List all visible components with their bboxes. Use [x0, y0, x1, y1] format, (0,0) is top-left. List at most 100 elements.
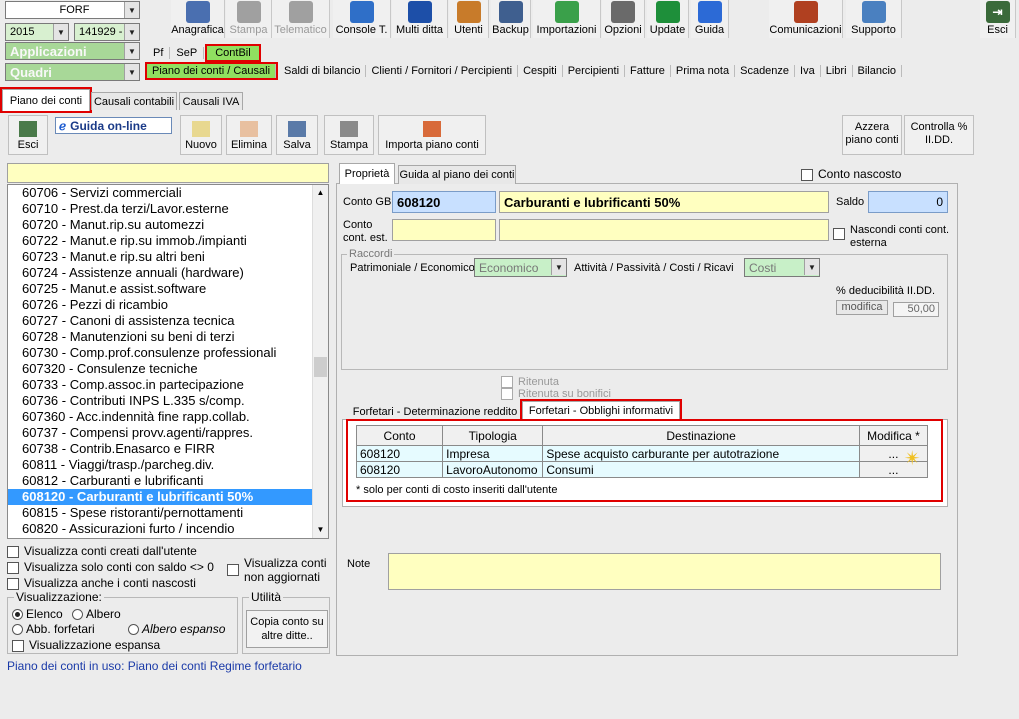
menu-item-9[interactable]: Libri [821, 65, 853, 77]
radio[interactable] [12, 609, 23, 621]
conto-nascosto-check[interactable]: Conto nascosto [801, 167, 901, 181]
account-list-item[interactable]: 60730 - Comp.prof.consulenze professiona… [8, 345, 328, 361]
account-list-item[interactable]: 60706 - Servizi commerciali [8, 185, 328, 201]
tab-guida-piano[interactable]: Guida al piano dei conti [398, 165, 516, 184]
esci-button[interactable]: Esci [8, 115, 48, 155]
account-list-item[interactable]: 60737 - Compensi provv.agenti/rappres. [8, 425, 328, 441]
account-list-item[interactable]: 60727 - Canoni di assistenza tecnica [8, 313, 328, 329]
tab-determinazione-reddito[interactable]: Forfetari - Determinazione reddito [349, 403, 521, 420]
conto-gb-field[interactable]: 608120 [392, 191, 496, 213]
toolbar-button-update[interactable]: Update [647, 0, 689, 38]
copia-conto-button[interactable]: Copia conto su altre ditte.. [246, 610, 328, 648]
list-search-input[interactable] [7, 163, 329, 183]
account-list-item[interactable]: 60820 - Assicurazioni furto / incendio [8, 521, 328, 537]
toolbar-button-anagrafica[interactable]: Anagrafica [171, 0, 225, 38]
toolbar-button-multi-ditta[interactable]: Multi ditta [392, 0, 448, 38]
toolbar-button-comunicazioni[interactable]: Comunicazioni [769, 0, 843, 38]
guida-online-button[interactable]: ℯ Guida on-line [55, 117, 172, 134]
checkbox[interactable] [7, 545, 19, 558]
nascondi-check[interactable]: Nascondi conti cont. esterna [833, 224, 949, 250]
checkbox[interactable] [12, 639, 24, 652]
stampa-button[interactable]: Stampa [324, 115, 374, 155]
radio[interactable] [12, 624, 23, 636]
radio[interactable] [128, 624, 139, 636]
toolbar-button-opzioni[interactable]: Opzioni [602, 0, 645, 38]
descrizione-field[interactable]: Carburanti e lubrificanti 50% [499, 191, 829, 213]
pat-eco-select[interactable]: Economico ▼ [474, 258, 567, 277]
tab-obblighi-informativi[interactable]: Forfetari - Obblighi informativi [520, 399, 682, 422]
account-list-item[interactable]: 60724 - Assistenze annuali (hardware) [8, 265, 328, 281]
subtab-2[interactable]: Causali IVA [179, 92, 243, 110]
importa-button[interactable]: Importa piano conti [378, 115, 486, 155]
toolbar-button-console-t-[interactable]: Console T. [333, 0, 391, 38]
menu-item-10[interactable]: Bilancio [853, 65, 903, 77]
account-list-item[interactable]: 607320 - Consulenze tecniche [8, 361, 328, 377]
scroll-up-icon[interactable]: ▲ [313, 185, 328, 201]
account-list-item[interactable]: 60738 - Contrib.Enasarco e FIRR [8, 441, 328, 457]
company-select[interactable]: 141929 - ▼ [74, 23, 140, 41]
elimina-button[interactable]: Elimina [226, 115, 272, 155]
menu-item-0[interactable]: Piano dei conti / Causali [144, 62, 279, 80]
opt-nascosti[interactable]: Visualizza anche i conti nascosti [7, 576, 196, 590]
esci-top-button[interactable]: ⇥ Esci [980, 0, 1016, 38]
radio-abb[interactable]: Abb. forfetari [12, 622, 95, 636]
scroll-thumb[interactable] [314, 357, 327, 377]
account-list-item[interactable]: 60723 - Manut.e rip.su altri beni [8, 249, 328, 265]
account-list-item[interactable]: 60812 - Carburanti e lubrificanti [8, 473, 328, 489]
menu-item-1[interactable]: Saldi di bilancio [279, 65, 367, 77]
conto-est-descr-field[interactable] [499, 219, 829, 241]
account-list-item[interactable]: 60811 - Viaggi/trasp./parcheg.div. [8, 457, 328, 473]
checkbox[interactable] [227, 564, 239, 576]
checkbox[interactable] [801, 168, 813, 181]
account-list-item[interactable]: 60722 - Manut.e rip.su immob./impianti [8, 233, 328, 249]
account-list-item[interactable]: 60728 - Manutenzioni su beni di terzi [8, 329, 328, 345]
subtab-0[interactable]: Piano dei conti [0, 87, 92, 113]
radio-elenco[interactable]: Elenco [12, 607, 63, 621]
toolbar-button-supporto[interactable]: Supporto [846, 0, 902, 38]
toolbar-button-importazioni[interactable]: Importazioni [533, 0, 601, 38]
azzera-button[interactable]: Azzera piano conti [842, 115, 902, 155]
toolbar-button-telematico[interactable]: Telematico [272, 0, 330, 38]
menu-sep[interactable]: SeP [170, 47, 205, 59]
list-scrollbar[interactable]: ▲ ▼ [312, 185, 328, 538]
opt-creati[interactable]: Visualizza conti creati dall'utente [7, 544, 197, 558]
toolbar-button-stampa[interactable]: Stampa [226, 0, 272, 38]
toolbar-button-guida[interactable]: Guida [691, 0, 729, 38]
scroll-down-icon[interactable]: ▼ [313, 522, 328, 538]
subtab-1[interactable]: Causali contabili [91, 92, 177, 110]
account-list-item[interactable]: 60733 - Comp.assoc.in partecipazione [8, 377, 328, 393]
account-list-item[interactable]: 60726 - Pezzi di ricambio [8, 297, 328, 313]
nuovo-button[interactable]: Nuovo [180, 115, 222, 155]
account-list-item[interactable]: 60710 - Prest.da terzi/Lavor.esterne [8, 201, 328, 217]
account-list-item[interactable]: 60736 - Contributi INPS L.335 s/comp. [8, 393, 328, 409]
checkbox[interactable] [7, 577, 19, 590]
ritenuta-bonifici-check[interactable]: Ritenuta su bonifici [501, 388, 611, 401]
menu-item-6[interactable]: Prima nota [671, 65, 736, 77]
account-list-item[interactable]: 60725 - Manut.e assist.software [8, 281, 328, 297]
menu-contbil[interactable]: ContBil [205, 44, 261, 62]
opt-espansa[interactable]: Visualizzazione espansa [12, 638, 160, 652]
radio-albero-espanso[interactable]: Albero espanso [128, 622, 225, 636]
checkbox[interactable] [501, 388, 513, 401]
menu-item-2[interactable]: Clienti / Fornitori / Percipienti [366, 65, 519, 77]
toolbar-button-utenti[interactable]: Utenti [449, 0, 489, 38]
account-list-item[interactable]: 60815 - Spese ristoranti/pernottamenti [8, 505, 328, 521]
tab-proprieta[interactable]: Proprietà [339, 163, 395, 184]
menu-item-8[interactable]: Iva [795, 65, 821, 77]
account-list-item[interactable]: 607360 - Acc.indennità fine rapp.collab. [8, 409, 328, 425]
opt-saldo[interactable]: Visualizza solo conti con saldo <> 0 [7, 560, 214, 574]
applicazioni-select[interactable]: Applicazioni ▼ [5, 42, 140, 60]
controlla-button[interactable]: Controlla % II.DD. [904, 115, 974, 155]
modifica-ded-button[interactable]: modifica [836, 300, 888, 315]
checkbox[interactable] [7, 561, 19, 574]
account-list-item[interactable]: 60720 - Manut.rip.su automezzi [8, 217, 328, 233]
account-list[interactable]: 60706 - Servizi commerciali 60710 - Prest… [7, 184, 329, 539]
toolbar-button-backup[interactable]: Backup [491, 0, 531, 38]
note-field[interactable] [388, 553, 941, 590]
menu-item-7[interactable]: Scadenze [735, 65, 796, 77]
menu-pf[interactable]: Pf [147, 47, 171, 59]
salva-button[interactable]: Salva [276, 115, 318, 155]
year-select[interactable]: 2015 ▼ [5, 23, 69, 41]
checkbox[interactable] [501, 376, 513, 389]
menu-item-3[interactable]: Cespiti [518, 65, 563, 77]
